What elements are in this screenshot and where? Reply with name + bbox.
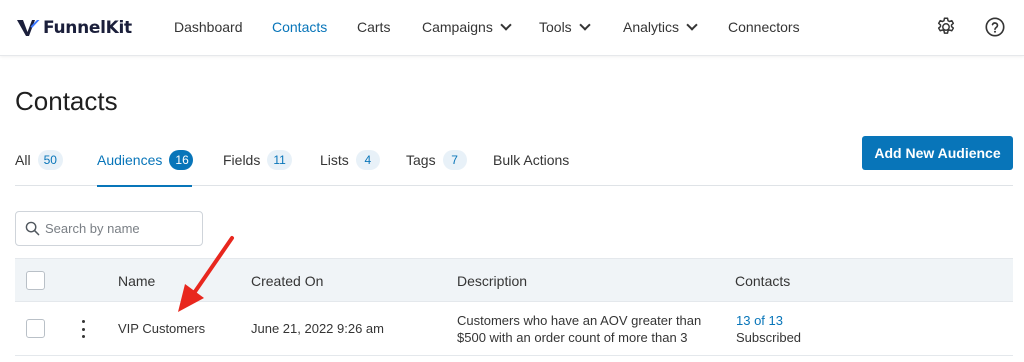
tab-tags[interactable]: Tags 7 bbox=[406, 148, 467, 186]
audience-name[interactable]: VIP Customers bbox=[118, 321, 205, 336]
nav-item-label: Connectors bbox=[728, 19, 800, 35]
row-actions-kebab-icon[interactable] bbox=[79, 320, 87, 338]
nav-item-label: Tools bbox=[539, 19, 572, 35]
column-header-name[interactable]: Name bbox=[118, 273, 155, 289]
contacts-cell: 13 of 13 Subscribed bbox=[736, 312, 801, 346]
tab-all[interactable]: All 50 bbox=[15, 148, 63, 186]
count-badge: 16 bbox=[169, 150, 194, 170]
chevron-down-icon bbox=[500, 19, 512, 31]
table-row: VIP Customers June 21, 2022 9:26 am Cust… bbox=[15, 302, 1013, 356]
select-all-checkbox[interactable] bbox=[26, 271, 45, 290]
funnelkit-logo-mark-icon bbox=[17, 20, 40, 36]
nav-item-contacts[interactable]: Contacts bbox=[272, 19, 327, 35]
tab-lists[interactable]: Lists 4 bbox=[320, 148, 380, 186]
column-header-description: Description bbox=[457, 273, 528, 289]
tab-label: Lists bbox=[320, 152, 349, 168]
tab-label: Fields bbox=[223, 152, 261, 168]
help-circle-icon bbox=[985, 17, 1005, 37]
page-title: Contacts bbox=[15, 86, 118, 116]
top-navigation-bar: FunnelKit Dashboard Contacts Carts Campa… bbox=[0, 0, 1024, 56]
tab-label: Bulk Actions bbox=[493, 152, 570, 168]
nav-item-analytics[interactable]: Analytics bbox=[623, 19, 698, 35]
help-button[interactable] bbox=[982, 14, 1008, 40]
gear-icon bbox=[937, 17, 955, 34]
nav-item-dashboard[interactable]: Dashboard bbox=[174, 19, 243, 35]
nav-item-campaigns[interactable]: Campaigns bbox=[422, 19, 512, 35]
tab-label: Tags bbox=[406, 152, 436, 168]
nav-item-connectors[interactable]: Connectors bbox=[728, 19, 800, 35]
nav-item-label: Campaigns bbox=[422, 19, 493, 35]
count-badge: 7 bbox=[442, 150, 467, 170]
brand-name: FunnelKit bbox=[43, 18, 132, 38]
tab-fields[interactable]: Fields 11 bbox=[223, 148, 292, 186]
audience-description: Customers who have an AOV greater than $… bbox=[457, 312, 701, 346]
search-icon bbox=[25, 221, 40, 236]
chevron-down-icon bbox=[686, 19, 698, 31]
funnelkit-logo[interactable]: FunnelKit bbox=[16, 14, 132, 42]
nav-item-label: Carts bbox=[357, 19, 391, 35]
description-line: $500 with an order count of more than 3 bbox=[457, 330, 688, 345]
contacts-status: Subscribed bbox=[736, 330, 802, 345]
tab-label: All bbox=[15, 152, 31, 168]
count-badge: 50 bbox=[37, 150, 63, 170]
nav-item-label: Dashboard bbox=[174, 19, 243, 35]
count-badge: 4 bbox=[355, 150, 380, 170]
add-new-audience-button[interactable]: Add New Audience bbox=[862, 136, 1013, 170]
tab-label: Audiences bbox=[97, 152, 163, 168]
count-badge: 11 bbox=[267, 150, 292, 170]
nav-item-carts[interactable]: Carts bbox=[357, 19, 390, 35]
nav-item-label: Analytics bbox=[623, 19, 680, 35]
column-header-created-on[interactable]: Created On bbox=[251, 273, 323, 289]
tab-audiences[interactable]: Audiences 16 bbox=[97, 148, 194, 187]
settings-button[interactable] bbox=[933, 14, 959, 40]
column-header-contacts: Contacts bbox=[735, 273, 791, 289]
description-line: Customers who have an AOV greater than bbox=[457, 313, 702, 328]
table-header: Name Created On Description Contacts bbox=[15, 258, 1013, 302]
contacts-count-link[interactable]: 13 of 13 bbox=[736, 312, 801, 329]
row-checkbox[interactable] bbox=[26, 319, 45, 338]
annotation-arrow-icon bbox=[178, 236, 234, 312]
nav-item-tools[interactable]: Tools bbox=[539, 19, 591, 35]
chevron-down-icon bbox=[579, 19, 591, 31]
created-on-date: June 21, 2022 9:26 am bbox=[251, 321, 384, 336]
tab-bulk-actions[interactable]: Bulk Actions bbox=[493, 148, 569, 186]
nav-item-label: Contacts bbox=[272, 19, 328, 35]
